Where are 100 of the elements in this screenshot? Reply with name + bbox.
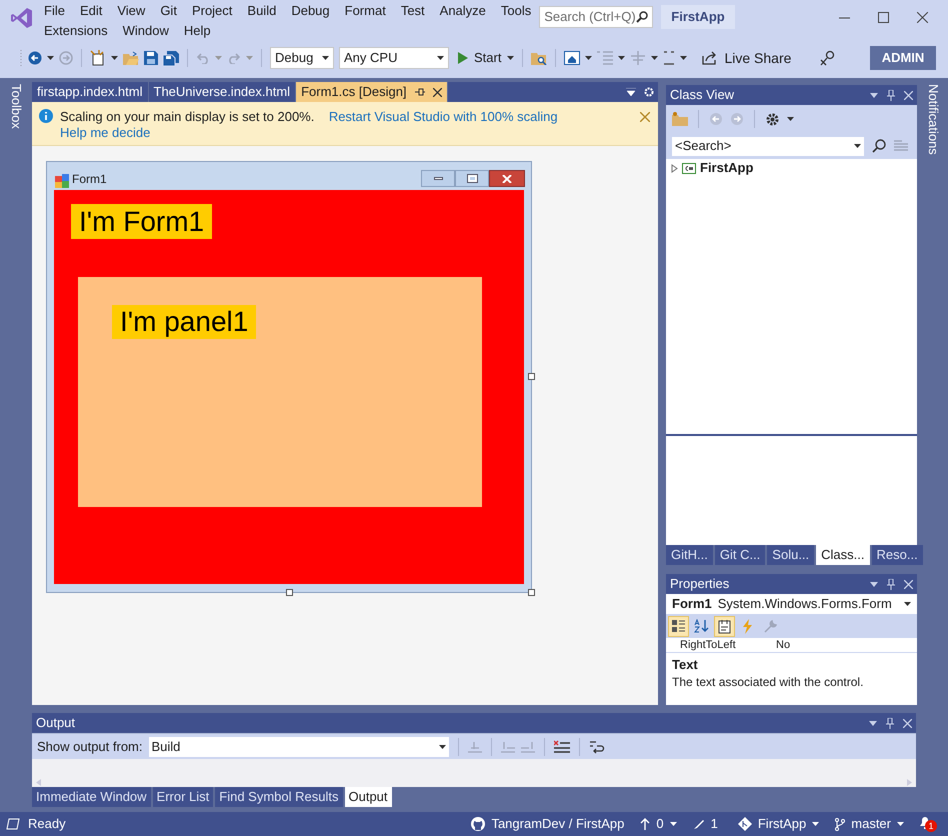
expand-arrow-icon[interactable] [671, 164, 678, 172]
word-wrap-icon[interactable] [588, 740, 604, 754]
search-icon[interactable] [872, 139, 886, 153]
menu-item[interactable]: View [117, 1, 146, 21]
panel-tab[interactable]: GitH... [666, 545, 713, 565]
dropdown-icon[interactable] [869, 720, 877, 726]
settings-icon[interactable] [765, 112, 780, 126]
panel-tab[interactable]: Git C... [714, 545, 766, 565]
back-icon[interactable] [28, 51, 42, 65]
close-icon[interactable] [432, 88, 442, 96]
panel-label[interactable]: I'm panel1 [112, 305, 256, 339]
spacing-icon[interactable] [663, 51, 676, 65]
caret-icon [507, 56, 514, 60]
info-link[interactable]: Help me decide [60, 125, 150, 140]
resize-handle[interactable] [528, 373, 535, 380]
close-icon [502, 174, 512, 182]
search-field[interactable]: Search (Ctrl+Q) [539, 6, 654, 28]
new-project-icon[interactable] [90, 50, 106, 66]
menu-item[interactable]: Debug [291, 1, 330, 21]
menu-item[interactable]: Analyze [440, 1, 486, 21]
output-source-dropdown[interactable]: Build [148, 736, 448, 756]
form-label[interactable]: I'm Form1 [71, 204, 212, 239]
resize-handle[interactable] [286, 589, 293, 596]
menu-item[interactable]: Build [247, 1, 276, 21]
side-tab[interactable]: Notifications [923, 84, 943, 155]
caret-icon [438, 744, 446, 748]
class-search-field[interactable]: <Search> [672, 136, 864, 156]
logo-icon [10, 6, 34, 30]
push-count[interactable]: 0 [656, 814, 664, 834]
object-selector[interactable]: Form1 System.Windows.Forms.Form [666, 594, 917, 614]
maximize-icon[interactable] [878, 12, 889, 22]
clear-all-icon[interactable] [554, 740, 570, 754]
menu-item[interactable]: Edit [80, 1, 102, 21]
form-maximize-button[interactable] [455, 170, 489, 187]
live-share-button[interactable]: Live Share [702, 47, 792, 69]
caret-icon [618, 56, 626, 60]
share-icon [702, 51, 718, 65]
account-button[interactable]: ADMIN [870, 46, 936, 70]
form-minimize-button[interactable] [421, 170, 455, 187]
panel-tab[interactable]: Solu... [767, 545, 814, 565]
document-tab[interactable]: Form1.cs [Design] [296, 82, 448, 102]
menu-item[interactable]: Project [192, 1, 232, 21]
menu-item[interactable]: Format [344, 1, 386, 21]
caret-icon [215, 56, 222, 60]
tree-item[interactable]: FirstApp [700, 158, 754, 178]
toolbar-toggle[interactable] [668, 616, 689, 636]
panel-header: Properties [666, 574, 917, 594]
bottom-tab[interactable]: Immediate Window [32, 787, 151, 807]
caret-icon [670, 822, 677, 826]
close-icon[interactable] [917, 12, 928, 22]
form-window[interactable]: Form1 I'm Form1 I'm panel1 [46, 161, 532, 593]
feedback-icon[interactable] [820, 50, 836, 66]
platform-dropdown[interactable]: Any CPU [339, 47, 449, 69]
pin-icon[interactable] [414, 87, 425, 97]
menu-item[interactable]: Help [184, 21, 211, 41]
dropdown-icon[interactable] [870, 582, 878, 586]
caret-icon [680, 56, 688, 60]
info-link[interactable]: Restart Visual Studio with 100% scaling [328, 109, 558, 124]
push-icon [640, 818, 650, 830]
caret-icon [322, 56, 329, 60]
property-name[interactable]: RightToLeft [666, 638, 776, 652]
resize-handle[interactable] [528, 589, 535, 596]
repo-name[interactable]: FirstApp [758, 814, 806, 834]
description-text: The text associated with the control. [672, 674, 864, 691]
menu-item[interactable]: Extensions [44, 21, 108, 41]
toolbar-toggle[interactable] [714, 616, 735, 636]
info-icon [39, 109, 53, 123]
bottom-tab[interactable]: Error List [152, 787, 214, 807]
document-tab[interactable]: TheUniverse.index.html [148, 82, 296, 102]
menu-item[interactable]: File [44, 1, 65, 21]
caret-icon [111, 56, 118, 60]
menu-item[interactable]: Tools [500, 1, 532, 21]
form-close-button[interactable] [489, 170, 525, 187]
find-folder-icon[interactable] [531, 51, 548, 65]
menu-item[interactable]: Git [160, 1, 177, 21]
property-value[interactable]: No [776, 638, 790, 652]
save-all-icon[interactable] [163, 50, 179, 66]
branch-name[interactable]: master [851, 814, 891, 834]
open-folder-icon[interactable] [123, 51, 139, 65]
panel-tab[interactable]: Reso... [872, 545, 923, 565]
panel[interactable]: I'm panel1 [78, 277, 482, 507]
github-icon [471, 817, 486, 831]
repository-link[interactable]: TangramDev / FirstApp [491, 814, 624, 834]
dropdown-icon[interactable] [626, 88, 636, 96]
side-tab[interactable]: Toolbox [6, 84, 26, 712]
save-icon[interactable] [144, 51, 158, 65]
start-button[interactable]: Start [458, 47, 514, 69]
changes-count[interactable]: 1 [710, 814, 718, 834]
dropdown-icon[interactable] [870, 92, 878, 98]
categorized-icon [671, 618, 686, 634]
branch-icon [835, 817, 846, 831]
menu-item[interactable]: Window [122, 21, 169, 41]
bottom-tab[interactable]: Find Symbol Results [215, 787, 342, 807]
caret-icon [897, 822, 904, 826]
panel-tab[interactable]: Class... [816, 545, 870, 565]
browser-icon[interactable] [564, 51, 580, 65]
menu-item[interactable]: Test [400, 1, 425, 21]
configuration-dropdown[interactable]: Debug [270, 47, 334, 69]
bottom-tab[interactable]: Output [344, 787, 392, 807]
wrench-icon [763, 618, 778, 634]
